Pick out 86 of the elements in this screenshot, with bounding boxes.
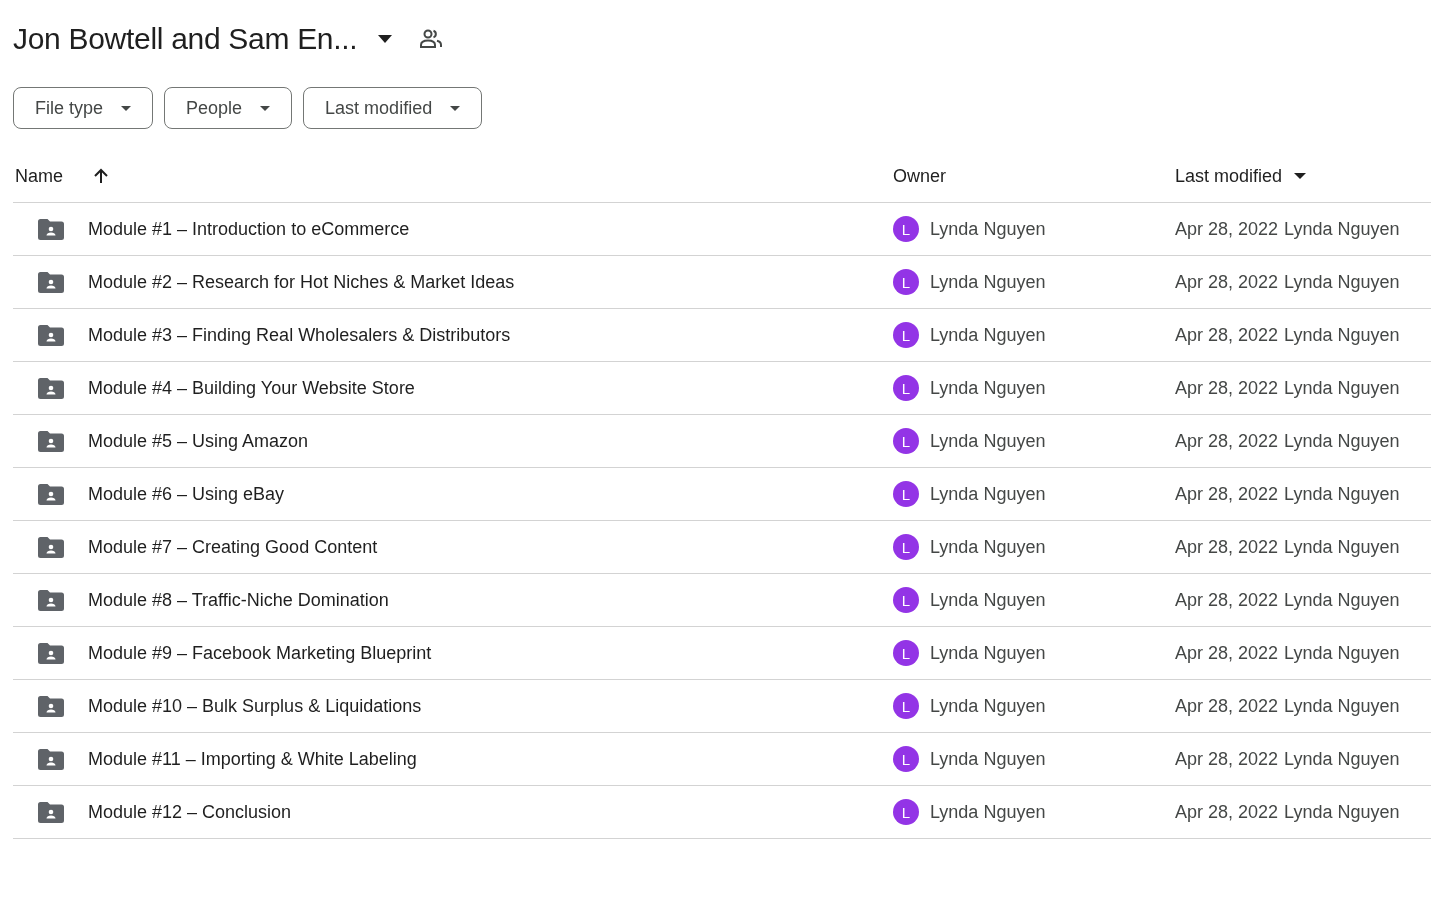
owner-name: Lynda Nguyen	[930, 430, 1046, 452]
owner-avatar: L	[893, 481, 919, 507]
file-name[interactable]: Module #7 – Creating Good Content	[88, 536, 893, 558]
owner-name: Lynda Nguyen	[930, 695, 1046, 717]
owner-avatar: L	[893, 799, 919, 825]
filter-chip[interactable]: People	[164, 87, 293, 129]
owner-name: Lynda Nguyen	[930, 483, 1046, 505]
file-name[interactable]: Module #10 – Bulk Surplus & Liquidations	[88, 695, 893, 717]
modified-by: Lynda Nguyen	[1284, 695, 1400, 717]
modified-date: Apr 28, 2022	[1175, 695, 1279, 717]
owner-name: Lynda Nguyen	[930, 801, 1046, 823]
owner-name: Lynda Nguyen	[930, 536, 1046, 558]
modified-by: Lynda Nguyen	[1284, 642, 1400, 664]
filter-chip[interactable]: File type	[13, 87, 154, 129]
owner-avatar: L	[893, 587, 919, 613]
modified-date: Apr 28, 2022	[1175, 430, 1279, 452]
shared-folder-icon	[38, 324, 64, 346]
file-name[interactable]: Module #3 – Finding Real Wholesalers & Distributors	[88, 324, 893, 346]
owner-name: Lynda Nguyen	[930, 218, 1046, 240]
owner-avatar: L	[893, 322, 919, 348]
owner-name: Lynda Nguyen	[930, 377, 1046, 399]
owner-name: Lynda Nguyen	[930, 642, 1046, 664]
shared-folder-icon	[38, 430, 64, 452]
owner-avatar: L	[893, 216, 919, 242]
owner-avatar: L	[893, 640, 919, 666]
owner-name: Lynda Nguyen	[930, 748, 1046, 770]
modified-by: Lynda Nguyen	[1284, 483, 1400, 505]
modified-by: Lynda Nguyen	[1284, 324, 1400, 346]
caret-icon	[450, 105, 461, 111]
modified-by: Lynda Nguyen	[1284, 536, 1400, 558]
modified-by: Lynda Nguyen	[1284, 271, 1400, 293]
file-name[interactable]: Module #4 – Building Your Website Store	[88, 377, 893, 399]
owner-name: Lynda Nguyen	[930, 324, 1046, 346]
file-name[interactable]: Module #1 – Introduction to eCommerce	[88, 218, 893, 240]
file-name[interactable]: Module #12 – Conclusion	[88, 801, 893, 823]
file-name[interactable]: Module #8 – Traffic-Niche Domination	[88, 589, 893, 611]
shared-folder-icon	[38, 589, 64, 611]
people-icon[interactable]	[419, 29, 444, 49]
shared-folder-icon	[38, 801, 64, 823]
caret-icon	[260, 105, 271, 111]
column-header[interactable]: Name	[15, 165, 63, 187]
shared-folder-icon	[38, 218, 64, 240]
modified-by: Lynda Nguyen	[1284, 748, 1400, 770]
owner-avatar: L	[893, 375, 919, 401]
modified-date: Apr 28, 2022	[1175, 324, 1279, 346]
sort-caret-icon[interactable]	[1294, 173, 1307, 179]
modified-by: Lynda Nguyen	[1284, 218, 1400, 240]
file-name[interactable]: Module #5 – Using Amazon	[88, 430, 893, 452]
file-name[interactable]: Module #6 – Using eBay	[88, 483, 893, 505]
column-header[interactable]: Owner	[893, 165, 946, 187]
file-name[interactable]: Module #9 – Facebook Marketing Blueprint	[88, 642, 893, 664]
modified-date: Apr 28, 2022	[1175, 589, 1279, 611]
modified-date: Apr 28, 2022	[1175, 748, 1279, 770]
file-name[interactable]: Module #11 – Importing & White Labeling	[88, 748, 893, 770]
column-header[interactable]: Last modified	[1175, 165, 1283, 187]
owner-avatar: L	[893, 269, 919, 295]
owner-name: Lynda Nguyen	[930, 271, 1046, 293]
modified-date: Apr 28, 2022	[1175, 642, 1279, 664]
modified-by: Lynda Nguyen	[1284, 801, 1400, 823]
dropdown-caret-icon[interactable]	[377, 35, 394, 43]
folder-title: Jon Bowtell and Sam En...	[13, 22, 358, 56]
shared-folder-icon	[38, 642, 64, 664]
owner-avatar: L	[893, 428, 919, 454]
modified-date: Apr 28, 2022	[1175, 483, 1279, 505]
owner-avatar: L	[893, 746, 919, 772]
shared-folder-icon	[38, 695, 64, 717]
modified-by: Lynda Nguyen	[1284, 589, 1400, 611]
shared-folder-icon	[38, 536, 64, 558]
modified-date: Apr 28, 2022	[1175, 271, 1279, 293]
modified-date: Apr 28, 2022	[1175, 536, 1279, 558]
caret-icon	[121, 105, 132, 111]
owner-avatar: L	[893, 534, 919, 560]
modified-date: Apr 28, 2022	[1175, 801, 1279, 823]
modified-by: Lynda Nguyen	[1284, 430, 1400, 452]
shared-folder-icon	[38, 748, 64, 770]
owner-name: Lynda Nguyen	[930, 589, 1046, 611]
shared-folder-icon	[38, 377, 64, 399]
filter-chip[interactable]: Last modified	[303, 87, 483, 129]
shared-folder-icon	[38, 271, 64, 293]
modified-date: Apr 28, 2022	[1175, 377, 1279, 399]
modified-by: Lynda Nguyen	[1284, 377, 1400, 399]
sort-ascending-arrow-icon[interactable]	[93, 168, 109, 184]
file-name[interactable]: Module #2 – Research for Hot Niches & Market Ideas	[88, 271, 893, 293]
modified-date: Apr 28, 2022	[1175, 218, 1279, 240]
shared-folder-icon	[38, 483, 64, 505]
owner-avatar: L	[893, 693, 919, 719]
